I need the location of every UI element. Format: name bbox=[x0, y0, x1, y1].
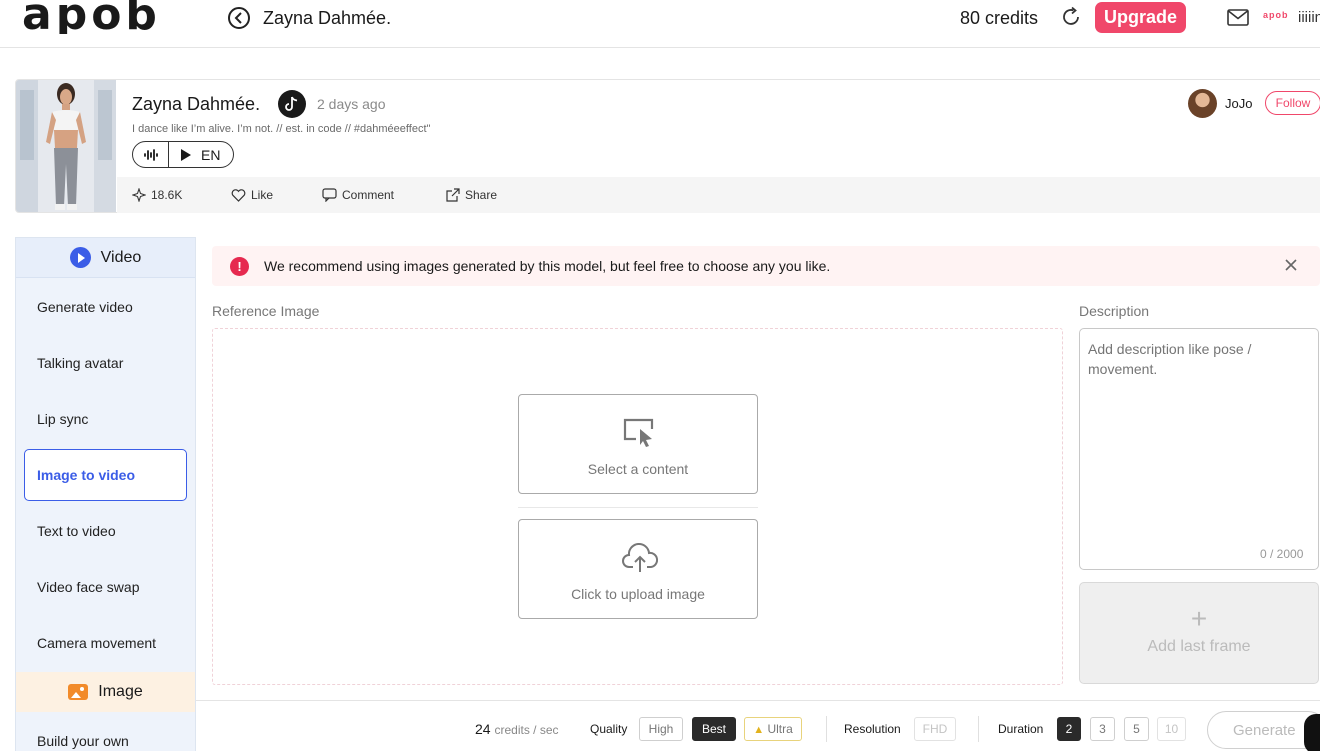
page-title: Zayna Dahmée. bbox=[263, 8, 392, 28]
image-section-label: Image bbox=[98, 683, 143, 700]
duration-option-10[interactable]: 10 bbox=[1157, 717, 1186, 741]
alert-text: We recommend using images generated by t… bbox=[264, 258, 831, 274]
tool-sidebar: Video Generate video Talking avatar Lip … bbox=[15, 237, 196, 751]
sound-wave-icon[interactable] bbox=[133, 142, 169, 167]
crown-icon: ▲ bbox=[753, 724, 765, 736]
resolution-label: Resolution bbox=[844, 722, 901, 736]
owner-name[interactable]: JoJo bbox=[1225, 96, 1252, 111]
duration-option-5[interactable]: 5 bbox=[1124, 717, 1149, 741]
share-label: Share bbox=[465, 188, 498, 202]
creator-bio: I dance like I’m alive. I’m not. // est.… bbox=[132, 123, 431, 135]
cloud-upload-icon bbox=[622, 543, 658, 572]
account-name[interactable]: iiiiin bbox=[1298, 9, 1320, 26]
video-section-header[interactable]: Video bbox=[16, 238, 195, 278]
heart-icon bbox=[231, 188, 246, 202]
image-icon bbox=[68, 684, 89, 700]
quality-option-ultra[interactable]: ▲ Ultra bbox=[744, 717, 802, 741]
sidebar-item-talking-avatar[interactable]: Talking avatar bbox=[37, 355, 123, 371]
creator-card: Zayna Dahmée. 2 days ago I dance like I’… bbox=[15, 79, 1320, 213]
back-arrow-icon bbox=[234, 12, 242, 24]
quality-option-high[interactable]: High bbox=[639, 717, 683, 741]
comment-label: Comment bbox=[342, 188, 395, 202]
upgrade-button[interactable]: Upgrade bbox=[1095, 2, 1186, 33]
account-logo[interactable]: apob bbox=[1263, 10, 1289, 20]
floating-chat-button[interactable] bbox=[1304, 714, 1320, 751]
upload-image-button[interactable]: Click to upload image bbox=[518, 519, 758, 619]
add-last-frame-label: Add last frame bbox=[1147, 638, 1251, 655]
duration-option-2[interactable]: 2 bbox=[1057, 717, 1081, 741]
select-content-label: Select a content bbox=[587, 461, 689, 477]
owner-avatar[interactable] bbox=[1188, 89, 1217, 118]
description-input[interactable] bbox=[1079, 328, 1319, 570]
duration-label: Duration bbox=[998, 722, 1044, 736]
creator-name[interactable]: Zayna Dahmée. bbox=[132, 94, 260, 115]
like-label: Like bbox=[251, 188, 274, 202]
likes-stat[interactable]: 18.6K bbox=[132, 188, 182, 202]
post-time: 2 days ago bbox=[317, 96, 386, 112]
generation-settings-bar: 24 credits / sec Quality High Best ▲ Ult… bbox=[196, 700, 1320, 751]
resolution-option-fhd[interactable]: FHD bbox=[914, 717, 956, 741]
reference-image-label: Reference Image bbox=[212, 303, 320, 319]
share-button[interactable]: Share bbox=[446, 188, 497, 202]
comment-icon bbox=[322, 188, 337, 202]
close-icon[interactable] bbox=[1282, 256, 1300, 274]
description-label: Description bbox=[1079, 303, 1150, 319]
choice-divider bbox=[518, 507, 758, 508]
sidebar-item-build-your-own[interactable]: Build your own bbox=[37, 733, 129, 749]
tiktok-glyph bbox=[285, 96, 298, 111]
sidebar-item-lip-sync[interactable]: Lip sync bbox=[37, 411, 88, 427]
mail-icon[interactable] bbox=[1227, 9, 1249, 26]
description-char-count: 0 / 2000 bbox=[1260, 547, 1304, 561]
alert-info-icon: ! bbox=[230, 257, 249, 276]
image-section-header[interactable]: Image bbox=[16, 672, 195, 712]
add-last-frame-button[interactable]: + Add last frame bbox=[1079, 582, 1319, 684]
back-button[interactable] bbox=[228, 7, 250, 29]
top-bar: apob Zayna Dahmée. 80 credits Upgrade ap… bbox=[0, 0, 1320, 48]
creator-photo bbox=[16, 80, 116, 212]
credits-cost: 24 credits / sec bbox=[475, 721, 559, 737]
quality-label: Quality bbox=[590, 722, 628, 736]
divider bbox=[826, 716, 827, 742]
sidebar-item-camera-movement[interactable]: Camera movement bbox=[37, 635, 156, 651]
sidebar-item-video-face-swap[interactable]: Video face swap bbox=[37, 579, 139, 595]
brand-logo[interactable]: apob bbox=[22, 0, 161, 34]
upload-image-label: Click to upload image bbox=[571, 586, 705, 602]
select-content-button[interactable]: Select a content bbox=[518, 394, 758, 494]
sidebar-item-generate-video[interactable]: Generate video bbox=[37, 299, 133, 315]
tiktok-icon[interactable] bbox=[278, 90, 306, 118]
cursor-screen-icon bbox=[623, 418, 654, 447]
quality-option-best[interactable]: Best bbox=[692, 717, 736, 741]
sparkle-icon bbox=[132, 188, 146, 202]
sidebar-item-text-to-video[interactable]: Text to video bbox=[37, 523, 116, 539]
language-label: EN bbox=[201, 146, 221, 163]
plus-icon: + bbox=[1190, 603, 1208, 634]
follow-button[interactable]: Follow bbox=[1265, 91, 1320, 115]
credits-cost-unit: credits / sec bbox=[494, 723, 559, 737]
refresh-icon[interactable] bbox=[1060, 6, 1082, 28]
credits-cost-value: 24 bbox=[475, 721, 491, 737]
voice-language-pill[interactable]: EN bbox=[132, 141, 234, 168]
sidebar-item-image-to-video[interactable]: Image to video bbox=[24, 449, 187, 501]
divider bbox=[978, 716, 979, 742]
creator-thumbnail[interactable] bbox=[16, 80, 116, 212]
share-icon bbox=[446, 188, 460, 202]
play-icon[interactable] bbox=[181, 148, 191, 161]
credits-balance: 80 credits bbox=[960, 8, 1039, 28]
duration-option-3[interactable]: 3 bbox=[1090, 717, 1115, 741]
reference-image-dropzone[interactable]: Select a content Click to upload image bbox=[212, 328, 1063, 685]
video-play-icon bbox=[69, 247, 91, 268]
video-section-label: Video bbox=[100, 248, 142, 266]
recommendation-alert: ! We recommend using images generated by… bbox=[212, 246, 1320, 286]
likes-count: 18.6K bbox=[151, 188, 183, 202]
quality-option-ultra-label: Ultra bbox=[767, 722, 793, 736]
like-button[interactable]: Like bbox=[231, 188, 273, 202]
creator-actions-bar: 18.6K Like Comment Share bbox=[117, 177, 1320, 213]
comment-button[interactable]: Comment bbox=[322, 188, 394, 202]
